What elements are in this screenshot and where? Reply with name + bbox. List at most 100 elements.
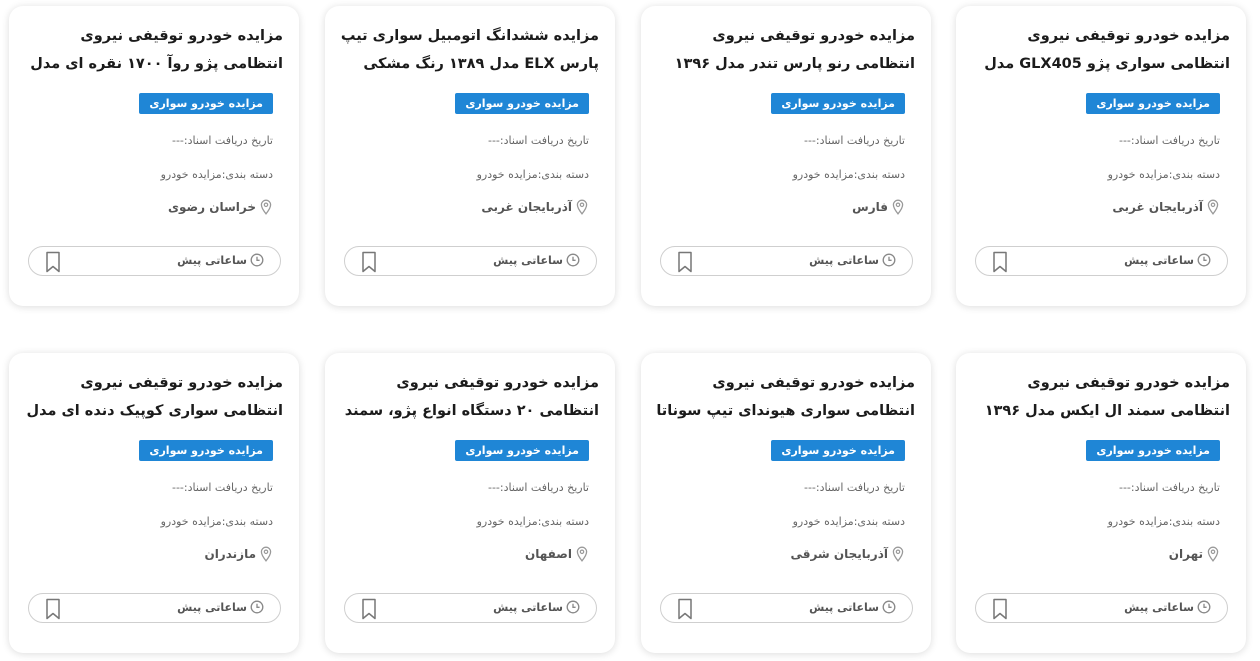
bookmark-icon[interactable] — [45, 251, 61, 273]
category-text: دسته بندی:مزایده خودرو — [476, 515, 589, 528]
card-title[interactable]: مزایده خودرو توقیفی نیروی انتظامی سواری … — [655, 369, 915, 425]
bookmark-icon[interactable] — [361, 598, 377, 620]
document-date: تاریخ دریافت اسناد:--- — [803, 134, 905, 147]
auction-card[interactable]: مزایده خودرو توقیفی نیروی انتظامی سواری … — [9, 353, 299, 653]
bookmark-icon[interactable] — [361, 251, 377, 273]
card-footer: ساعاتی پیش — [28, 593, 281, 623]
card-footer: ساعاتی پیش — [660, 593, 913, 623]
time-info: ساعاتی پیش — [177, 253, 264, 267]
time-label: ساعاتی پیش — [493, 600, 563, 614]
category-badge[interactable]: مزایده خودرو سواری — [1086, 440, 1220, 461]
location-label: مازندران — [204, 547, 256, 561]
category-text: دسته بندی:مزایده خودرو — [160, 515, 273, 528]
time-info: ساعاتی پیش — [493, 253, 580, 267]
auction-card[interactable]: مزایده خودرو توقیفی نیروی انتظامی سمند ا… — [956, 353, 1246, 653]
location-label: آذربایجان شرقی — [790, 547, 888, 561]
category-text: دسته بندی:مزایده خودرو — [792, 168, 905, 181]
clock-icon — [1197, 600, 1211, 614]
category-badge[interactable]: مزایده خودرو سواری — [455, 93, 589, 114]
document-date: تاریخ دریافت اسناد:--- — [171, 134, 273, 147]
document-date: تاریخ دریافت اسناد:--- — [487, 134, 589, 147]
card-footer: ساعاتی پیش — [344, 593, 597, 623]
time-label: ساعاتی پیش — [1124, 253, 1194, 267]
time-label: ساعاتی پیش — [177, 600, 247, 614]
location-pin-icon — [260, 199, 272, 215]
document-date: تاریخ دریافت اسناد:--- — [803, 481, 905, 494]
clock-icon — [250, 253, 264, 267]
auction-card[interactable]: مزایده خودرو توقیفی نیروی انتظامی سواری … — [641, 353, 931, 653]
category-badge[interactable]: مزایده خودرو سواری — [139, 440, 273, 461]
document-date: تاریخ دریافت اسناد:--- — [487, 481, 589, 494]
bookmark-icon[interactable] — [677, 598, 693, 620]
location-pin-icon — [576, 546, 588, 562]
category-badge[interactable]: مزایده خودرو سواری — [455, 440, 589, 461]
category-text: دسته بندی:مزایده خودرو — [1107, 168, 1220, 181]
category-text: دسته بندی:مزایده خودرو — [160, 168, 273, 181]
location-pin-icon — [1207, 199, 1219, 215]
location-label: فارس — [852, 200, 888, 214]
location: آذربایجان غربی — [1112, 199, 1220, 215]
card-title[interactable]: مزایده خودرو توقیفی نیروی انتظامی سمند ا… — [970, 369, 1230, 425]
category-badge[interactable]: مزایده خودرو سواری — [1086, 93, 1220, 114]
document-date: تاریخ دریافت اسناد:--- — [1118, 481, 1220, 494]
clock-icon — [882, 253, 896, 267]
category-badge[interactable]: مزایده خودرو سواری — [139, 93, 273, 114]
auction-card[interactable]: مزایده ششدانگ اتومبیل سواری تیپ پارس ELX… — [325, 6, 615, 306]
bookmark-icon[interactable] — [677, 251, 693, 273]
card-title[interactable]: مزایده خودرو توقیفی نیروی انتظامی سواری … — [970, 22, 1230, 78]
location-label: تهران — [1168, 547, 1203, 561]
bookmark-icon[interactable] — [992, 598, 1008, 620]
time-label: ساعاتی پیش — [493, 253, 563, 267]
location-pin-icon — [576, 199, 588, 215]
bookmark-icon[interactable] — [45, 598, 61, 620]
card-footer: ساعاتی پیش — [660, 246, 913, 276]
category-badge[interactable]: مزایده خودرو سواری — [771, 93, 905, 114]
auction-grid: مزایده خودرو توقیفی نیروی انتظامی سواری … — [0, 0, 1260, 661]
time-info: ساعاتی پیش — [493, 600, 580, 614]
time-label: ساعاتی پیش — [809, 600, 879, 614]
card-title[interactable]: مزایده خودرو توقیفی نیروی انتظامی پژو رو… — [23, 22, 283, 78]
clock-icon — [566, 253, 580, 267]
clock-icon — [1197, 253, 1211, 267]
location-pin-icon — [260, 546, 272, 562]
category-text: دسته بندی:مزایده خودرو — [476, 168, 589, 181]
category-badge[interactable]: مزایده خودرو سواری — [771, 440, 905, 461]
auction-card[interactable]: مزایده خودرو توقیفی نیروی انتظامی رنو پا… — [641, 6, 931, 306]
location-label: اصفهان — [524, 547, 572, 561]
time-label: ساعاتی پیش — [809, 253, 879, 267]
clock-icon — [566, 600, 580, 614]
time-info: ساعاتی پیش — [809, 253, 896, 267]
auction-card[interactable]: مزایده خودرو توقیفی نیروی انتظامی پژو رو… — [9, 6, 299, 306]
card-title[interactable]: مزایده خودرو توقیفی نیروی انتظامی سواری … — [23, 369, 284, 425]
category-text: دسته بندی:مزایده خودرو — [792, 515, 905, 528]
location-label: آذربایجان غربی — [1112, 200, 1203, 214]
location-pin-icon — [892, 199, 904, 215]
location: آذربایجان شرقی — [790, 546, 905, 562]
location: آذربایجان غربی — [481, 199, 589, 215]
time-label: ساعاتی پیش — [1124, 600, 1194, 614]
location: خراسان رضوی — [168, 199, 273, 215]
document-date: تاریخ دریافت اسناد:--- — [171, 481, 273, 494]
card-title[interactable]: مزایده خودرو توقیفی نیروی انتظامی ۲۰ دست… — [339, 369, 599, 425]
auction-card[interactable]: مزایده خودرو توقیفی نیروی انتظامی سواری … — [956, 6, 1246, 306]
time-info: ساعاتی پیش — [809, 600, 896, 614]
location-label: خراسان رضوی — [168, 200, 256, 214]
location-label: آذربایجان غربی — [481, 200, 572, 214]
card-footer: ساعاتی پیش — [975, 593, 1228, 623]
time-info: ساعاتی پیش — [177, 600, 264, 614]
location: مازندران — [204, 546, 273, 562]
clock-icon — [882, 600, 896, 614]
time-info: ساعاتی پیش — [1124, 600, 1211, 614]
document-date: تاریخ دریافت اسناد:--- — [1118, 134, 1220, 147]
location: تهران — [1169, 546, 1220, 562]
card-footer: ساعاتی پیش — [28, 246, 281, 276]
card-title[interactable]: مزایده خودرو توقیفی نیروی انتظامی رنو پا… — [655, 22, 915, 78]
card-footer: ساعاتی پیش — [975, 246, 1228, 276]
card-title[interactable]: مزایده ششدانگ اتومبیل سواری تیپ پارس ELX… — [339, 22, 599, 78]
time-label: ساعاتی پیش — [177, 253, 247, 267]
auction-card[interactable]: مزایده خودرو توقیفی نیروی انتظامی ۲۰ دست… — [325, 353, 615, 653]
bookmark-icon[interactable] — [992, 251, 1008, 273]
time-info: ساعاتی پیش — [1124, 253, 1211, 267]
clock-icon — [250, 600, 264, 614]
location-pin-icon — [892, 546, 904, 562]
